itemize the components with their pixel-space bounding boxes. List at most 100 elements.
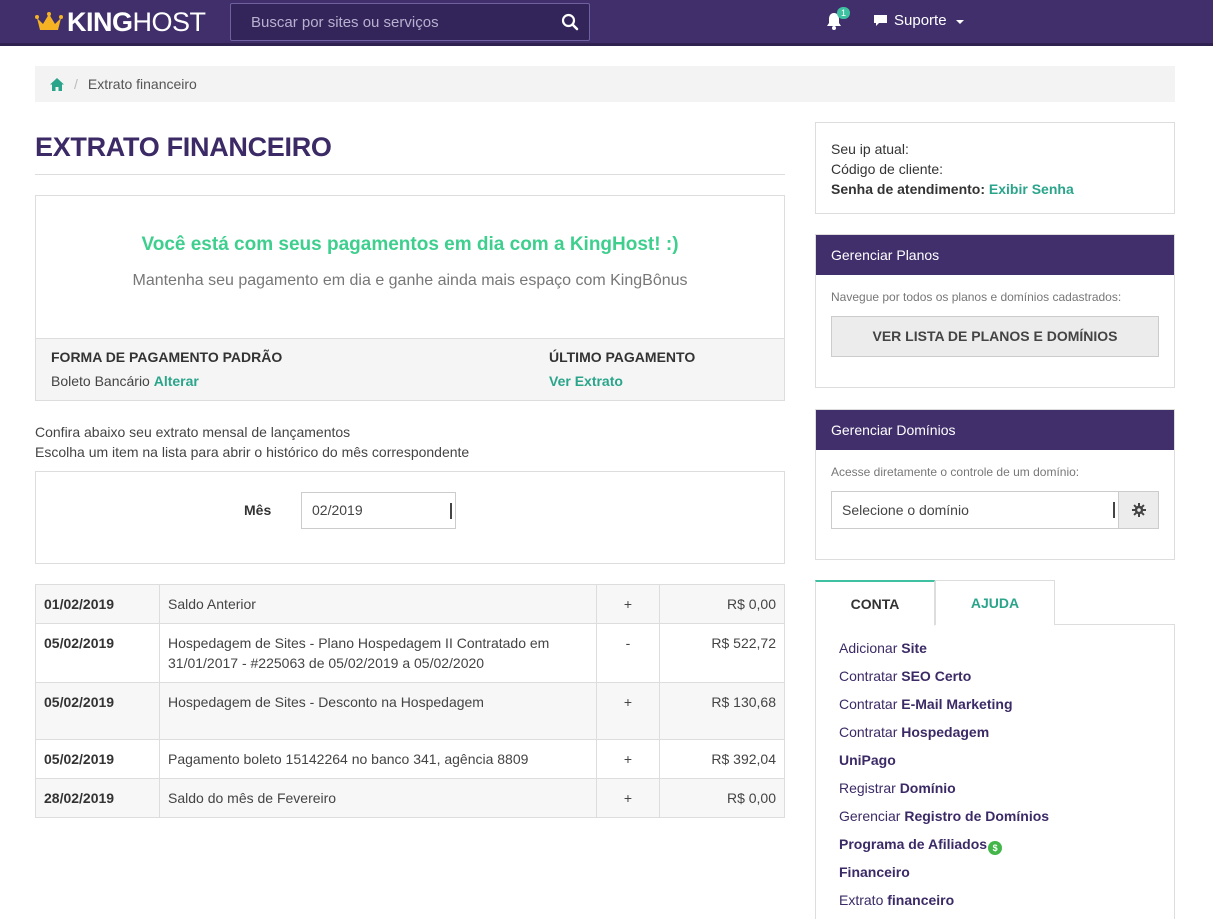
account-link-prefix: Extrato — [839, 892, 888, 908]
account-link-prefix: Gerenciar — [839, 808, 905, 824]
account-link-prefix: Contratar — [839, 696, 902, 712]
account-link-label: Domínio — [899, 780, 956, 796]
page-title: EXTRATO FINANCEIRO — [35, 132, 332, 162]
breadcrumb-separator: / — [74, 76, 78, 92]
ip-label: Seu ip atual: — [831, 141, 909, 157]
account-links-list: Adicionar Site Contratar SEO Certo Contrat… — [815, 625, 1175, 919]
account-link-label: Site — [901, 640, 927, 656]
month-filter-box: Mês 02/2019 — [35, 471, 785, 564]
brand-name: KINGHOST — [67, 6, 206, 37]
view-plans-button[interactable]: VER LISTA DE PLANOS E DOMÍNIOS — [831, 316, 1159, 357]
ledger-table: 01/02/2019 Saldo Anterior + R$ 0,00 05/02/20… — [35, 584, 785, 818]
account-link[interactable]: UniPago — [839, 749, 1174, 777]
table-row[interactable]: 01/02/2019 Saldo Anterior + R$ 0,00 — [35, 584, 785, 624]
month-selected-value: 02/2019 — [312, 502, 363, 518]
ledger-description: Saldo do mês de Fevereiro — [159, 778, 597, 818]
client-code-label: Código de cliente: — [831, 161, 944, 177]
plans-panel-title: Gerenciar Planos — [816, 235, 1174, 275]
title-divider — [35, 174, 785, 175]
ledger-description: Pagamento boleto 15142264 no banco 341, … — [159, 739, 597, 779]
account-link-prefix: Contratar — [839, 668, 902, 684]
status-headline: Você está com seus pagamentos em dia com… — [141, 234, 679, 255]
month-label: Mês — [244, 502, 272, 518]
payment-status-box: Você está com seus pagamentos em dia com… — [35, 195, 785, 401]
domains-panel-title: Gerenciar Domínios — [816, 410, 1174, 450]
plans-panel: Gerenciar Planos Navegue por todos os pl… — [815, 234, 1175, 388]
ledger-date: 01/02/2019 — [35, 584, 160, 624]
account-link[interactable]: Gerenciar Registro de Domínios — [839, 805, 1174, 833]
breadcrumb: / Extrato financeiro — [35, 66, 1175, 102]
crown-logo-icon — [35, 12, 63, 30]
change-payment-link[interactable]: Alterar — [154, 373, 199, 389]
ledger-sign: + — [596, 739, 660, 779]
intro-line-2: Escolha um item na lista para abrir o hi… — [35, 444, 470, 460]
ledger-value: R$ 522,72 — [659, 623, 785, 683]
dollar-icon: $ — [988, 841, 1003, 855]
chat-icon — [874, 15, 887, 26]
account-link[interactable]: Financeiro — [839, 861, 1174, 889]
payment-method-heading: FORMA DE PAGAMENTO PADRÃO — [51, 349, 283, 365]
ledger-sign: + — [596, 584, 660, 624]
account-link-prefix: Registrar — [839, 780, 900, 796]
top-navbar: KINGHOST 1 Suporte — [0, 0, 1213, 46]
table-row[interactable]: 05/02/2019 Pagamento boleto 15142264 no b… — [35, 739, 785, 779]
ledger-value: R$ 392,04 — [659, 739, 785, 779]
breadcrumb-current: Extrato financeiro — [87, 76, 197, 92]
status-subtext: Mantenha seu pagamento em dia e ganhe ai… — [132, 272, 688, 289]
account-info-box: Seu ip atual: Código de cliente: Senha d… — [815, 122, 1175, 214]
view-statement-link[interactable]: Ver Extrato — [549, 373, 623, 389]
account-link[interactable]: Registrar Domínio — [839, 777, 1174, 805]
account-link[interactable]: Programa de Afiliados $ — [839, 833, 1174, 861]
ledger-sign: + — [596, 682, 660, 740]
search-bar — [230, 3, 590, 41]
tab-account[interactable]: CONTA — [815, 580, 935, 626]
account-link-label: UniPago — [839, 752, 896, 768]
domains-panel: Gerenciar Domínios Acesse diretamente o … — [815, 409, 1175, 560]
last-payment-section: ÚLTIMO PAGAMENTO Ver Extrato — [549, 349, 695, 389]
search-icon[interactable] — [561, 13, 579, 31]
account-link[interactable]: Adicionar Site — [839, 637, 1174, 665]
account-link-label: E-Mail Marketing — [901, 696, 1013, 712]
search-input[interactable] — [231, 4, 541, 40]
table-row[interactable]: 05/02/2019 Hospedagem de Sites - Desconto… — [35, 682, 785, 740]
table-row[interactable]: 05/02/2019 Hospedagem de Sites - Plano Ho… — [35, 623, 785, 683]
ledger-value: R$ 0,00 — [659, 778, 785, 818]
support-menu[interactable]: Suporte — [873, 12, 964, 29]
account-link[interactable]: Contratar SEO Certo — [839, 665, 1174, 693]
ledger-value: R$ 0,00 — [659, 584, 785, 624]
domains-panel-hint: Acesse diretamente o controle de um domí… — [831, 465, 1080, 479]
account-link-label: Registro de Domínios — [904, 808, 1050, 824]
ledger-intro: Confira abaixo seu extrato mensal de lan… — [35, 422, 469, 462]
account-link-label: Programa de Afiliados — [839, 836, 988, 852]
kinghost-logo[interactable]: KINGHOST — [35, 6, 206, 37]
domain-select[interactable]: Selecione o domínio — [831, 491, 1119, 529]
month-select[interactable]: 02/2019 — [301, 492, 456, 529]
plans-panel-hint: Navegue por todos os planos e domínios c… — [831, 290, 1122, 304]
tab-help[interactable]: AJUDA — [935, 580, 1055, 625]
account-link[interactable]: Contratar Hospedagem — [839, 721, 1174, 749]
account-link-label: Hospedagem — [901, 724, 990, 740]
ledger-date: 28/02/2019 — [35, 778, 160, 818]
gear-icon — [1131, 503, 1146, 517]
home-icon[interactable] — [50, 77, 64, 91]
show-password-link[interactable]: Exibir Senha — [989, 181, 1074, 197]
table-row[interactable]: 28/02/2019 Saldo do mês de Fevereiro + R$ 0… — [35, 778, 785, 818]
account-link[interactable]: Contratar E-Mail Marketing — [839, 693, 1174, 721]
support-label: Suporte — [894, 12, 947, 29]
payment-method-value: Boleto Bancário — [51, 373, 150, 389]
intro-line-1: Confira abaixo seu extrato mensal de lan… — [35, 424, 351, 440]
account-link-label: financeiro — [887, 892, 955, 908]
select-arrow-icon — [1111, 502, 1115, 518]
account-link[interactable]: Extrato financeiro — [839, 889, 1174, 917]
ledger-date: 05/02/2019 — [35, 682, 160, 740]
payment-method-section: FORMA DE PAGAMENTO PADRÃO Boleto Bancári… — [51, 349, 282, 389]
account-link-label: SEO Certo — [901, 668, 972, 684]
status-footer: FORMA DE PAGAMENTO PADRÃO Boleto Bancári… — [36, 338, 784, 400]
ledger-sign: - — [596, 623, 660, 683]
support-password-label: Senha de atendimento: — [831, 181, 986, 197]
account-tabs: CONTA AJUDA — [815, 580, 1175, 626]
domain-settings-button[interactable] — [1118, 491, 1159, 529]
ledger-description: Hospedagem de Sites - Desconto na Hosped… — [159, 682, 597, 740]
ledger-description: Hospedagem de Sites - Plano Hospedagem I… — [159, 623, 597, 683]
ledger-description: Saldo Anterior — [159, 584, 597, 624]
